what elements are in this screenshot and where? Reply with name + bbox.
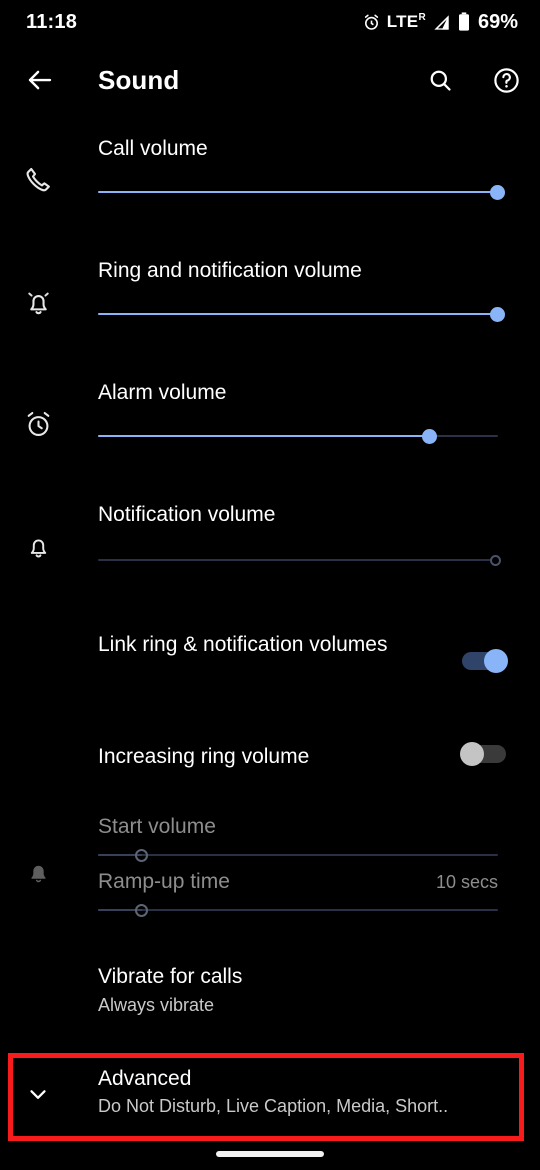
setting-label: Vibrate for calls	[98, 965, 243, 988]
slider-fill	[98, 435, 430, 437]
home-gesture-pill[interactable]	[216, 1151, 324, 1157]
setting-label: Call volume	[98, 137, 208, 160]
help-button[interactable]	[486, 60, 526, 100]
status-icons: LTE R 69%	[362, 11, 518, 34]
phone-icon	[18, 160, 58, 200]
setting-row-link-ring-notification[interactable]: Link ring & notification volumes	[0, 628, 540, 700]
setting-row-notification-volume: Notification volume	[0, 498, 540, 588]
notification-volume-slider	[98, 550, 501, 570]
setting-label: Notification volume	[98, 503, 276, 526]
setting-row-vibrate-for-calls[interactable]: Vibrate for calls Always vibrate	[0, 960, 540, 1030]
slider-thumb	[490, 555, 501, 566]
page-title: Sound	[98, 64, 180, 95]
slider-thumb	[135, 849, 148, 862]
setting-label: Increasing ring volume	[98, 745, 310, 768]
slider-thumb[interactable]	[490, 307, 505, 322]
help-circle-icon	[492, 66, 521, 95]
increasing-ring-volume-options: Start volume Ramp-up time 10 secs	[0, 812, 540, 922]
ramp-up-time-value: 10 secs	[435, 872, 498, 892]
slider-track	[98, 854, 498, 856]
slider-thumb[interactable]	[490, 185, 505, 200]
bell-icon	[18, 526, 58, 566]
call-volume-slider[interactable]	[98, 182, 505, 202]
slider-track	[98, 559, 498, 561]
slider-fill	[98, 313, 498, 315]
increasing-ring-volume-toggle[interactable]	[458, 739, 514, 769]
search-button[interactable]	[420, 60, 460, 100]
setting-sublabel: Always vibrate	[98, 995, 215, 1015]
app-bar: Sound	[0, 52, 540, 108]
sound-settings-screen: 11:18 LTE R 69% Sound Call volume Ring a…	[0, 0, 540, 1170]
setting-label: Ring and notification volume	[98, 259, 362, 282]
slider-thumb[interactable]	[422, 429, 437, 444]
alarm-volume-slider[interactable]	[98, 426, 498, 446]
arrow-left-icon	[25, 65, 55, 95]
ramp-up-time-slider	[98, 900, 498, 920]
ring-notification-volume-slider[interactable]	[98, 304, 505, 324]
back-button[interactable]	[20, 60, 60, 100]
bell-ring-icon	[18, 282, 58, 322]
status-bar: 11:18 LTE R 69%	[0, 0, 540, 44]
start-volume-label: Start volume	[98, 815, 216, 838]
slider-thumb	[135, 904, 148, 917]
setting-row-call-volume[interactable]: Call volume	[0, 132, 540, 222]
search-icon	[427, 67, 454, 94]
toggle-thumb	[484, 649, 508, 673]
slider-fill	[98, 191, 498, 193]
toggle-thumb	[460, 742, 484, 766]
setting-row-increasing-ring-volume[interactable]: Increasing ring volume	[0, 740, 540, 794]
alarm-clock-icon	[362, 13, 381, 32]
ramp-up-time-label: Ramp-up time	[98, 870, 230, 893]
highlight-box-advanced	[8, 1053, 524, 1141]
setting-label: Alarm volume	[98, 381, 227, 404]
battery-percent: 69%	[477, 10, 518, 33]
link-ring-notification-toggle[interactable]	[458, 646, 514, 676]
start-volume-slider	[98, 845, 498, 865]
setting-label: Link ring & notification volumes	[98, 633, 388, 656]
slider-track	[98, 909, 498, 911]
signal-bars-icon	[432, 13, 451, 32]
setting-row-alarm-volume[interactable]: Alarm volume	[0, 376, 540, 466]
battery-icon	[457, 12, 471, 32]
status-time: 11:18	[26, 10, 78, 33]
alarm-clock-icon	[18, 404, 58, 444]
bell-muted-icon	[18, 852, 58, 892]
network-type-label: LTE R	[386, 12, 426, 31]
setting-row-ring-notification-volume[interactable]: Ring and notification volume	[0, 254, 540, 344]
roaming-indicator: R	[418, 12, 426, 23]
